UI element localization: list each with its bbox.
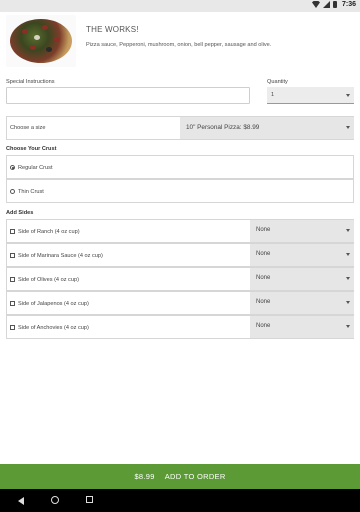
side-row: Side of Olives (4 oz cup) None — [6, 267, 354, 291]
item-title: THE WORKS! — [86, 25, 139, 34]
side-label: Side of Olives (4 oz cup) — [18, 277, 79, 283]
battery-icon — [332, 1, 337, 8]
checkbox[interactable] — [10, 301, 15, 306]
add-to-order-label: ADD TO ORDER — [164, 472, 226, 481]
radio-selected-icon[interactable] — [10, 165, 15, 170]
pizza-image — [6, 15, 76, 67]
wifi-icon — [311, 1, 320, 8]
item-description: Pizza sauce, Pepperoni, mushroom, onion,… — [86, 42, 272, 48]
side-row: Side of Ranch (4 oz cup) None — [6, 219, 354, 243]
quantity-value: 1 — [271, 92, 275, 98]
chevron-down-icon — [346, 253, 350, 256]
side-label: Side of Anchovies (4 oz cup) — [18, 325, 89, 331]
side-select-value: None — [256, 275, 271, 281]
side-select[interactable]: None — [250, 268, 354, 290]
chevron-down-icon — [346, 94, 350, 97]
side-select-value: None — [256, 299, 271, 305]
add-to-order-button[interactable]: $8.99 ADD TO ORDER — [0, 464, 360, 489]
size-select[interactable]: 10" Personal Pizza: $8.99 — [180, 117, 354, 139]
quantity-label: Quantity — [267, 79, 288, 85]
side-label: Side of Ranch (4 oz cup) — [18, 229, 80, 235]
navigation-bar — [0, 489, 360, 512]
chevron-down-icon — [346, 229, 350, 232]
crust-option-label: Regular Crust — [18, 165, 53, 171]
chevron-down-icon — [346, 325, 350, 328]
sides-section-label: Add Sides — [6, 210, 34, 216]
side-select[interactable]: None — [250, 244, 354, 266]
side-select[interactable]: None — [250, 316, 354, 338]
special-instructions-input[interactable] — [6, 87, 250, 104]
side-label: Side of Jalapenos (4 oz cup) — [18, 301, 89, 307]
back-icon[interactable] — [18, 497, 24, 505]
home-icon[interactable] — [51, 496, 59, 504]
size-selected-value: 10" Personal Pizza: $8.99 — [186, 124, 260, 131]
recents-icon[interactable] — [86, 496, 93, 503]
status-icons: 7:36 — [311, 1, 356, 8]
order-price: $8.99 — [134, 472, 155, 481]
crust-section-label: Choose Your Crust — [6, 146, 57, 152]
side-select-value: None — [256, 251, 271, 257]
side-select-value: None — [256, 323, 271, 329]
crust-option[interactable]: Regular Crust — [6, 155, 354, 179]
size-label: Choose a size — [10, 125, 46, 131]
status-time: 7:36 — [341, 1, 356, 8]
chevron-down-icon — [346, 301, 350, 304]
side-select[interactable]: None — [250, 220, 354, 242]
radio-unselected-icon[interactable] — [10, 189, 15, 194]
signal-icon — [322, 1, 330, 8]
checkbox[interactable] — [10, 277, 15, 282]
side-select[interactable]: None — [250, 292, 354, 314]
chevron-down-icon — [346, 277, 350, 280]
crust-option[interactable]: Thin Crust — [6, 179, 354, 203]
side-label: Side of Marinara Sauce (4 oz cup) — [18, 253, 103, 259]
side-row: Side of Jalapenos (4 oz cup) None — [6, 291, 354, 315]
status-bar: 7:36 — [0, 0, 360, 12]
item-header: THE WORKS! Pizza sauce, Pepperoni, mushr… — [0, 12, 360, 70]
side-row: Side of Marinara Sauce (4 oz cup) None — [6, 243, 354, 267]
checkbox[interactable] — [10, 229, 15, 234]
side-row: Side of Anchovies (4 oz cup) None — [6, 315, 354, 339]
quantity-select[interactable]: 1 — [267, 87, 354, 104]
special-instructions-label: Special Instructions — [6, 79, 55, 85]
size-row: Choose a size 10" Personal Pizza: $8.99 — [6, 116, 354, 140]
chevron-down-icon — [346, 126, 350, 129]
checkbox[interactable] — [10, 253, 15, 258]
checkbox[interactable] — [10, 325, 15, 330]
side-select-value: None — [256, 227, 271, 233]
crust-option-label: Thin Crust — [18, 189, 44, 195]
